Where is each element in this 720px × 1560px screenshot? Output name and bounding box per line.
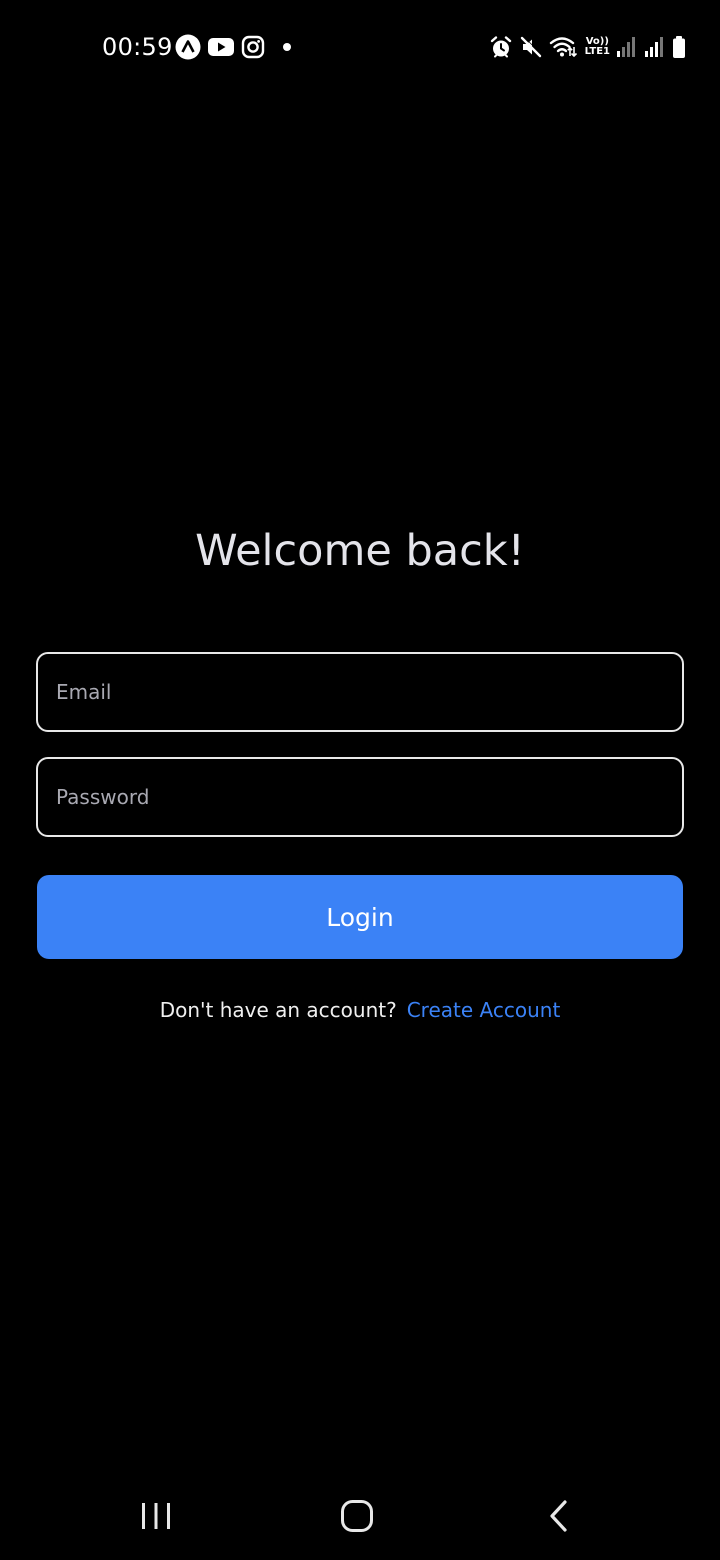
signup-prompt: Don't have an account? [159,998,397,1022]
battery-icon [672,35,686,59]
password-field[interactable] [38,759,682,835]
email-field-container [36,652,684,732]
login-button[interactable]: Login [37,875,683,959]
signup-row: Don't have an account? Create Account [0,994,720,1026]
navigation-bar [0,1480,720,1560]
signal-icon [616,36,638,58]
instagram-icon [241,35,265,59]
status-time: 00:59 [102,33,173,61]
page-title: Welcome back! [195,526,525,576]
home-icon [340,1499,374,1537]
alarm-icon [489,35,513,59]
mute-icon [519,35,543,59]
status-right-icons: Vo)) LTE1 [489,34,686,60]
wifi-icon [549,35,579,59]
back-icon [547,1499,571,1537]
signal-icon [644,36,666,58]
status-left-icons [175,34,291,60]
create-account-link[interactable]: Create Account [407,998,561,1022]
back-button[interactable] [529,1496,589,1540]
recents-icon [139,1501,173,1535]
volte-bottom-label: LTE1 [584,46,610,57]
volte-icon: Vo)) LTE1 [585,37,610,57]
youtube-icon [207,36,235,58]
email-field[interactable] [38,654,682,730]
notification-dot-icon [283,43,291,51]
home-button[interactable] [327,1496,387,1540]
status-bar: 00:59 Vo)) LTE1 [0,0,720,96]
app-a-icon [175,34,201,60]
recents-button[interactable] [126,1496,186,1540]
password-field-container [36,757,684,837]
